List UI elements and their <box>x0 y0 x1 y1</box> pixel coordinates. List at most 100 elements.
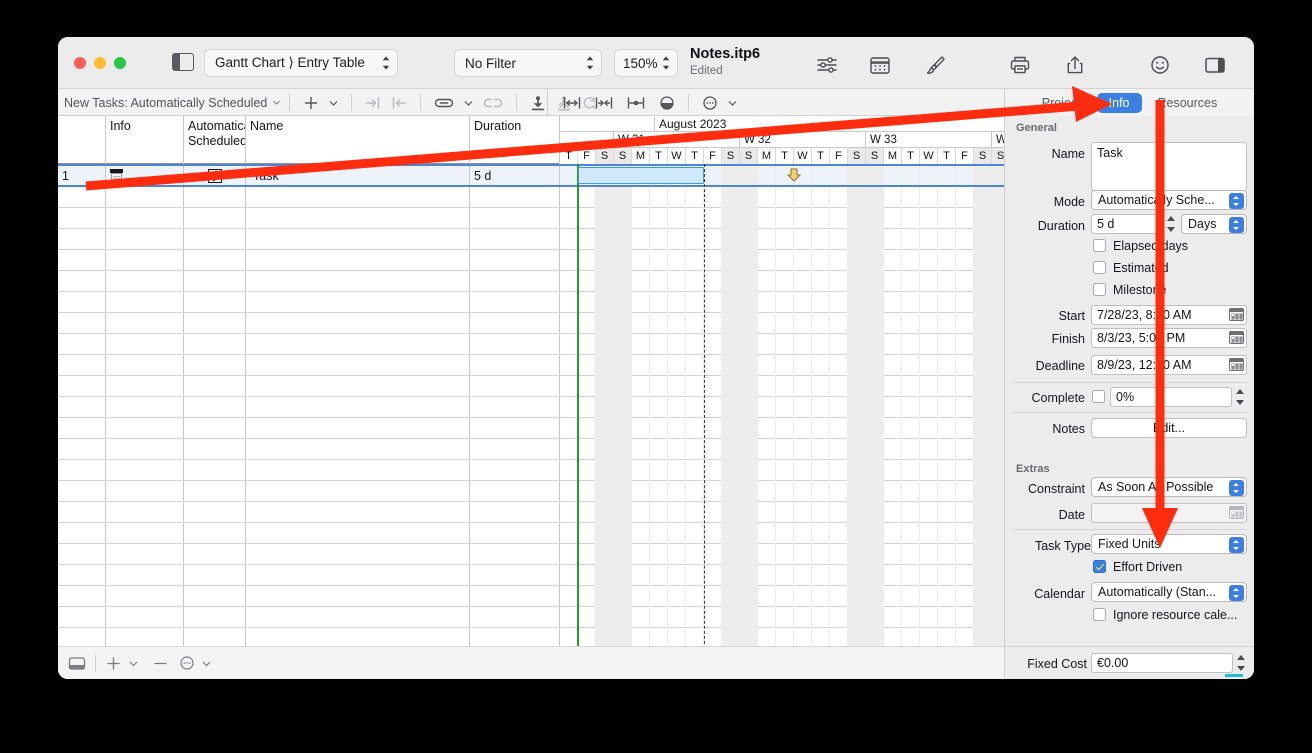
effort-driven-checkbox[interactable] <box>1093 560 1106 573</box>
gantt-task-bar[interactable] <box>578 167 704 184</box>
table-cell[interactable] <box>246 544 470 564</box>
row-options-chevron-down-icon[interactable] <box>201 658 212 669</box>
calendar-icon[interactable] <box>868 54 892 76</box>
center-selection-button[interactable] <box>626 95 646 111</box>
table-cell[interactable] <box>246 187 470 207</box>
table-cell[interactable] <box>106 439 184 459</box>
table-cell[interactable] <box>470 355 560 375</box>
chevron-down-icon[interactable] <box>272 98 281 107</box>
row-auto-scheduled-cell[interactable] <box>184 166 246 185</box>
table-cell[interactable] <box>246 397 470 417</box>
table-cell[interactable] <box>184 271 246 291</box>
table-cell[interactable] <box>470 502 560 522</box>
inspector-calendar-popup[interactable]: Automatically (Stan... <box>1091 582 1247 602</box>
table-cell[interactable] <box>58 628 106 648</box>
table-cell[interactable] <box>184 460 246 480</box>
table-cell[interactable] <box>246 292 470 312</box>
view-popup-button[interactable]: Gantt Chart ⟩ Entry Table <box>204 49 398 77</box>
table-cell[interactable] <box>58 439 106 459</box>
table-cell[interactable] <box>58 523 106 543</box>
inspector-fixed-cost-field[interactable]: €0.00 <box>1091 653 1233 673</box>
tab-info[interactable]: Info <box>1096 92 1142 113</box>
table-cell[interactable] <box>184 586 246 606</box>
notes-edit-button[interactable]: Edit... <box>1091 418 1247 438</box>
table-cell[interactable] <box>246 334 470 354</box>
table-cell[interactable] <box>106 208 184 228</box>
inspector-duration-unit-popup[interactable]: Days <box>1181 214 1247 234</box>
add-row-chevron-down-icon[interactable] <box>128 658 139 669</box>
table-cell[interactable] <box>470 607 560 627</box>
table-cell[interactable] <box>106 229 184 249</box>
unlink-tasks-button[interactable] <box>482 95 504 111</box>
fit-timescale-width-button[interactable] <box>562 95 582 111</box>
table-cell[interactable] <box>106 397 184 417</box>
table-cell[interactable] <box>246 250 470 270</box>
more-options-button[interactable] <box>701 95 719 111</box>
table-cell[interactable] <box>246 418 470 438</box>
inspector-complete-field[interactable]: 0% <box>1110 387 1232 407</box>
table-cell[interactable] <box>106 586 184 606</box>
table-cell[interactable] <box>106 460 184 480</box>
table-cell[interactable] <box>184 187 246 207</box>
table-cell[interactable] <box>246 439 470 459</box>
table-cell[interactable] <box>184 250 246 270</box>
table-cell[interactable] <box>58 271 106 291</box>
table-cell[interactable] <box>246 607 470 627</box>
table-cell[interactable] <box>58 397 106 417</box>
table-cell[interactable] <box>246 271 470 291</box>
paintbrush-icon[interactable] <box>922 54 946 76</box>
table-cell[interactable] <box>58 481 106 501</box>
row-info-cell[interactable] <box>106 166 184 185</box>
table-cell[interactable] <box>246 376 470 396</box>
inspector-start-field[interactable]: 7/28/23, 8:00 AM <box>1091 305 1247 325</box>
table-cell[interactable] <box>106 565 184 585</box>
inspector-mode-popup[interactable]: Automatically Sche... <box>1091 190 1247 210</box>
inspector-duration-field[interactable]: 5 d <box>1091 214 1163 234</box>
inspector-task-type-popup[interactable]: Fixed Units <box>1091 534 1247 554</box>
table-cell[interactable] <box>470 208 560 228</box>
toggle-shading-button[interactable] <box>658 95 676 111</box>
table-cell[interactable] <box>106 607 184 627</box>
settings-sliders-icon[interactable] <box>815 54 839 76</box>
table-cell[interactable] <box>58 418 106 438</box>
table-cell[interactable] <box>106 418 184 438</box>
table-cell[interactable] <box>58 334 106 354</box>
zoom-popup-button[interactable]: 150% <box>614 49 678 77</box>
table-cell[interactable] <box>470 418 560 438</box>
close-button[interactable] <box>74 57 86 69</box>
table-cell[interactable] <box>246 523 470 543</box>
table-cell[interactable] <box>58 208 106 228</box>
table-cell[interactable] <box>470 565 560 585</box>
table-cell[interactable] <box>106 502 184 522</box>
table-cell[interactable] <box>58 313 106 333</box>
inspector-finish-field[interactable]: 8/3/23, 5:00 PM <box>1091 328 1247 348</box>
inspector-constraint-popup[interactable]: As Soon As Possible <box>1091 477 1247 497</box>
finish-calendar-icon[interactable] <box>1229 331 1244 344</box>
table-cell[interactable] <box>58 544 106 564</box>
table-cell[interactable] <box>470 292 560 312</box>
table-cell[interactable] <box>470 250 560 270</box>
remove-row-button[interactable] <box>153 656 168 671</box>
link-tasks-button[interactable] <box>433 95 455 111</box>
inspector-deadline-field[interactable]: 8/9/23, 12:00 AM <box>1091 355 1247 375</box>
estimated-checkbox[interactable] <box>1093 261 1106 274</box>
table-cell[interactable] <box>246 502 470 522</box>
collapse-tasks-button[interactable] <box>529 95 547 111</box>
fixed-cost-stepper[interactable] <box>1235 653 1248 673</box>
complete-checkbox[interactable] <box>1092 390 1105 403</box>
auto-scheduled-checkbox[interactable] <box>207 168 222 183</box>
column-header-duration[interactable]: Duration <box>470 116 560 164</box>
date-calendar-icon[interactable] <box>1229 506 1244 519</box>
table-cell[interactable] <box>184 355 246 375</box>
table-cell[interactable] <box>184 313 246 333</box>
filter-popup-button[interactable]: No Filter <box>454 49 602 77</box>
emoji-icon[interactable] <box>1148 54 1172 76</box>
shrink-timescale-button[interactable] <box>594 95 614 111</box>
table-cell[interactable] <box>184 628 246 648</box>
deadline-marker-icon[interactable] <box>787 168 801 182</box>
table-cell[interactable] <box>184 607 246 627</box>
outdent-task-button[interactable] <box>390 95 408 111</box>
table-cell[interactable] <box>470 523 560 543</box>
table-cell[interactable] <box>58 292 106 312</box>
table-cell[interactable] <box>58 187 106 207</box>
